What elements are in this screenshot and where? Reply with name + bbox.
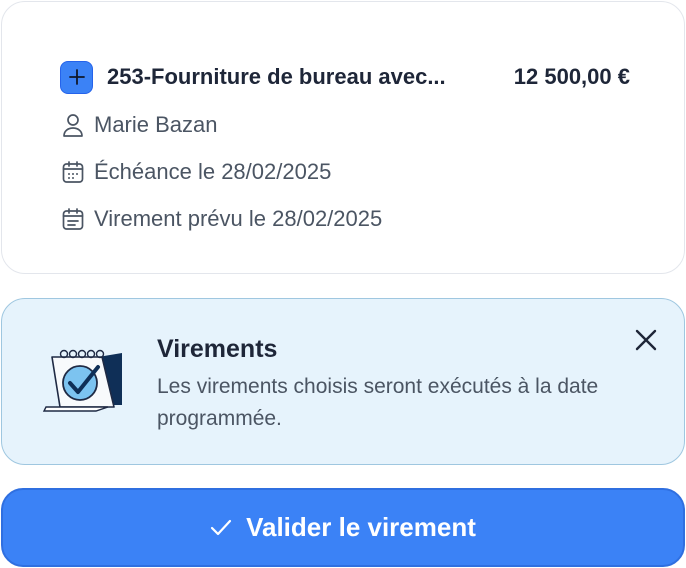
calendar-icon (60, 159, 86, 185)
expand-button[interactable] (60, 60, 93, 94)
validate-transfer-button[interactable]: Valider le virement (1, 488, 685, 567)
close-icon (634, 328, 658, 352)
invoice-amount: 12 500,00 € (513, 64, 630, 89)
transfer-info-banner: Virements Les virements choisis seront e… (1, 298, 685, 465)
banner-text: Les virements choisis seront exécutés à … (157, 375, 599, 430)
due-date: Échéance le 28/02/2025 (94, 159, 332, 184)
invoice-title: 253-Fourniture de bureau avec... (107, 64, 446, 89)
calendar-transfer-icon (60, 206, 86, 232)
transfer-date: Virement prévu le 28/02/2025 (94, 206, 383, 231)
invoice-card: 253-Fourniture de bureau avec... 12 500,… (1, 1, 685, 274)
calendar-check-illustration (40, 347, 130, 415)
invoice-header-row: 253-Fourniture de bureau avec... 12 500,… (60, 60, 630, 94)
validate-transfer-label: Valider le virement (246, 512, 476, 542)
user-icon (60, 112, 86, 138)
recipient-row: Marie Bazan (60, 108, 218, 142)
due-date-row: Échéance le 28/02/2025 (60, 155, 331, 189)
close-button[interactable] (630, 324, 662, 356)
transfer-date-row: Virement prévu le 28/02/2025 (60, 202, 382, 236)
plus-icon (68, 68, 86, 86)
recipient-name: Marie Bazan (94, 112, 218, 137)
check-icon (210, 519, 232, 537)
banner-title: Virements (157, 335, 278, 363)
